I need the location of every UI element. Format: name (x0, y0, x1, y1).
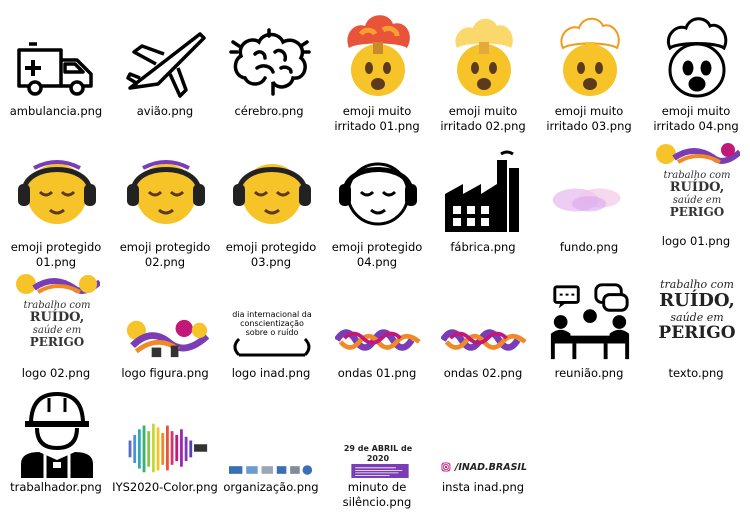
file-name: emoji muito irritado 01.png (334, 104, 420, 133)
brain-icon (227, 12, 313, 98)
minute-of-silence-date: 29 de ABRIL de 2020 (343, 444, 413, 463)
file-grid: ambulancia.png avião.png cérebro.png emo… (0, 0, 750, 531)
inad-logo-icon: dia internacional da conscientização sob… (229, 310, 315, 362)
campaign-logo-icon: trabalho com RUÍDO, saúde em PERIGO (654, 140, 740, 232)
text-line-4: PERIGO (658, 323, 736, 343)
file-name: emoji protegido 02.png (119, 240, 211, 269)
logo-line-4: PERIGO (669, 205, 725, 219)
file-name: emoji protegido 04.png (331, 240, 423, 269)
minute-of-silence-icon: 29 de ABRIL de 2020 (335, 444, 421, 478)
file-name: logo inad.png (231, 366, 311, 380)
text-line-2: RUÍDO, (659, 290, 735, 311)
file-name: minuto de silêncio.png (342, 480, 412, 509)
waves-icon (441, 322, 527, 358)
file-name: fábrica.png (450, 240, 516, 254)
campaign-logo-icon: trabalho com RUÍDO, saúde em PERIGO (14, 270, 100, 362)
file-name: emoji muito irritado 02.png (440, 104, 526, 133)
exploding-head-emoji-icon (441, 12, 527, 98)
worker-icon (14, 388, 100, 478)
headphones-outline-icon (335, 148, 421, 234)
exploding-head-emoji-icon (547, 12, 633, 98)
iys2020-logo-icon (123, 416, 209, 476)
file-name: fundo.png (559, 240, 619, 254)
logo-line-2: RUÍDO, (29, 310, 85, 325)
ambulance-icon (14, 12, 100, 98)
instagram-icon: /INAD.BRASIL (441, 456, 527, 478)
file-name: emoji muito irritado 04.png (653, 104, 739, 133)
file-name: insta inad.png (441, 480, 525, 494)
file-name: reunião.png (554, 366, 624, 380)
logo-line-4: PERIGO (29, 335, 85, 349)
file-name: emoji muito irritado 03.png (546, 104, 632, 133)
file-name: ondas 02.png (443, 366, 523, 380)
headphones-emoji-icon (123, 148, 209, 234)
file-name: logo figura.png (121, 366, 209, 380)
logo-line-2: RUÍDO, (669, 180, 725, 195)
campaign-text-icon: trabalho com RUÍDO, saúde em PERIGO (654, 278, 740, 362)
meeting-icon (547, 276, 633, 362)
file-name: ondas 01.png (337, 366, 417, 380)
file-name: organização.png (223, 480, 319, 494)
organization-logos-icon (229, 460, 315, 476)
exploding-head-emoji-icon (335, 12, 421, 98)
file-name: logo 02.png (21, 366, 91, 380)
file-name: cérebro.png (234, 104, 304, 118)
file-name: ambulancia.png (9, 104, 103, 118)
factory-icon (441, 142, 527, 234)
logo-figure-icon (123, 316, 209, 360)
background-image-icon (547, 180, 633, 220)
waves-icon (335, 322, 421, 358)
headphones-emoji-icon (229, 148, 315, 234)
file-name: emoji protegido 03.png (225, 240, 317, 269)
headphones-emoji-icon (14, 148, 100, 234)
inad-logo-text: dia internacional da conscientização sob… (232, 310, 312, 337)
file-name: logo 01.png (661, 234, 731, 248)
file-name: texto.png (668, 366, 724, 380)
file-name: avião.png (136, 104, 194, 118)
airplane-icon (123, 12, 209, 98)
file-name: trabalhador.png (10, 480, 102, 494)
file-name: emoji protegido 01.png (10, 240, 102, 269)
exploding-head-outline-icon (654, 12, 740, 98)
file-name: IYS2020-Color.png (112, 480, 218, 494)
instagram-handle: /INAD.BRASIL (454, 461, 527, 473)
